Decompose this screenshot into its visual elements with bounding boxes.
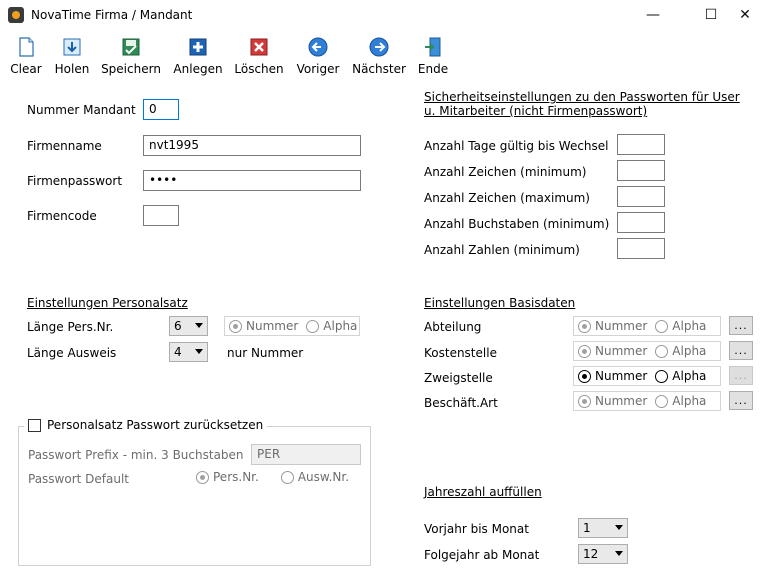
- abteilung-nummer-radio[interactable]: [578, 319, 591, 333]
- holen-button[interactable]: Holen: [53, 36, 91, 80]
- chevron-down-icon: [615, 551, 623, 556]
- window-title: NovaTime Firma / Mandant: [31, 8, 193, 22]
- abteilung-alpha-radio[interactable]: [655, 319, 669, 333]
- firmencode-input[interactable]: [143, 205, 179, 226]
- personalsatz-heading: Einstellungen Personalsatz: [27, 296, 188, 310]
- security-input-buchstaben[interactable]: [617, 212, 665, 233]
- loeschen-button[interactable]: Löschen: [234, 36, 284, 80]
- reset-checkbox-row: Personalsatz Passwort zurücksetzen: [24, 418, 268, 432]
- new-document-icon: [19, 37, 34, 57]
- chevron-down-icon: [195, 349, 203, 354]
- chevron-down-icon: [615, 525, 623, 530]
- naechster-button[interactable]: Nächster: [352, 36, 406, 80]
- basisdaten-heading: Einstellungen Basisdaten: [424, 296, 576, 310]
- kostenstelle-alpha-radio[interactable]: [655, 344, 669, 358]
- jahreszahl-heading: Jahreszahl auffüllen: [424, 485, 542, 499]
- kostenstelle-nummer-radio[interactable]: [578, 344, 591, 358]
- kostenstelle-browse-button[interactable]: ...: [729, 341, 753, 360]
- zweigstelle-alpha-radio[interactable]: [655, 369, 669, 383]
- ende-button[interactable]: Ende: [416, 36, 450, 80]
- close-button[interactable]: ✕: [722, 0, 768, 30]
- default-persnr-radio[interactable]: [196, 470, 209, 484]
- security-label-tage: Anzahl Tage gültig bis Wechsel: [424, 139, 609, 153]
- clear-button[interactable]: Clear: [8, 36, 44, 80]
- zweigstelle-nummer-radio[interactable]: [578, 369, 591, 383]
- minimize-button[interactable]: —: [630, 0, 676, 30]
- vorjahr-select[interactable]: 1: [578, 518, 628, 538]
- firmenpasswort-input[interactable]: ••••: [143, 170, 361, 191]
- beschaeftart-alpha-radio[interactable]: [655, 394, 669, 408]
- laenge-ausweis-select[interactable]: 4: [169, 342, 208, 362]
- beschaeftart-label: Beschäft.Art: [424, 396, 498, 410]
- security-heading: Sicherheitseinstellungen zu den Passwort…: [424, 90, 740, 118]
- chevron-down-icon: [195, 323, 203, 328]
- security-input-zeichen-min[interactable]: [617, 160, 665, 181]
- folgejahr-select[interactable]: 12: [578, 544, 628, 564]
- exit-door-icon: [425, 37, 441, 57]
- voriger-button[interactable]: Voriger: [295, 36, 341, 80]
- security-label-zeichen-min: Anzahl Zeichen (minimum): [424, 165, 587, 179]
- nummer-mandant-label: Nummer Mandant: [27, 103, 136, 117]
- kostenstelle-radiogroup: Nummer Alpha: [573, 341, 721, 361]
- abteilung-radiogroup: Nummer Alpha: [573, 316, 721, 336]
- default-radiogroup: Pers.Nr. Ausw.Nr.: [196, 470, 349, 484]
- zweigstelle-browse-button[interactable]: ...: [729, 366, 753, 385]
- security-input-zeichen-max[interactable]: [617, 186, 665, 207]
- beschaeftart-radiogroup: Nummer Alpha: [573, 391, 721, 411]
- app-icon: [8, 7, 24, 23]
- laenge-persnr-label: Länge Pers.Nr.: [27, 320, 114, 334]
- firmenname-input[interactable]: nvt1995: [143, 135, 361, 156]
- abteilung-label: Abteilung: [424, 320, 482, 334]
- fetch-icon: [63, 38, 81, 56]
- security-label-zahlen: Anzahl Zahlen (minimum): [424, 243, 580, 257]
- beschaeftart-nummer-radio[interactable]: [578, 394, 591, 408]
- zweigstelle-radiogroup: Nummer Alpha: [573, 366, 721, 386]
- firmenname-label: Firmenname: [27, 139, 102, 153]
- security-label-buchstaben: Anzahl Buchstaben (minimum): [424, 217, 610, 231]
- delete-icon: [250, 38, 268, 56]
- default-label: Passwort Default: [28, 472, 130, 486]
- beschaeftart-browse-button[interactable]: ...: [729, 391, 753, 410]
- title-bar: NovaTime Firma / Mandant — ☐ ✕: [0, 0, 768, 30]
- reset-checkbox[interactable]: [28, 418, 41, 432]
- prefix-input[interactable]: PER: [251, 444, 361, 465]
- laenge-ausweis-label: Länge Ausweis: [27, 346, 117, 360]
- nur-nummer-text: nur Nummer: [227, 346, 304, 360]
- laenge-persnr-select[interactable]: 6: [169, 316, 208, 336]
- security-label-zeichen-max: Anzahl Zeichen (maximum): [424, 191, 590, 205]
- nummer-mandant-input[interactable]: 0: [143, 99, 179, 120]
- persnr-type-radiogroup: Nummer Alpha: [224, 316, 360, 336]
- vorjahr-label: Vorjahr bis Monat: [424, 522, 529, 536]
- add-icon: [189, 38, 207, 56]
- speichern-button[interactable]: Speichern: [101, 36, 161, 80]
- abteilung-browse-button[interactable]: ...: [729, 316, 753, 335]
- kostenstelle-label: Kostenstelle: [424, 346, 497, 360]
- zweigstelle-label: Zweigstelle: [424, 371, 493, 385]
- save-icon: [122, 38, 140, 56]
- security-input-tage[interactable]: [617, 134, 665, 155]
- persnr-nummer-radio[interactable]: [229, 319, 242, 333]
- firmenpasswort-label: Firmenpasswort: [27, 174, 123, 188]
- security-input-zahlen[interactable]: [617, 238, 665, 259]
- arrow-left-icon: [308, 37, 328, 57]
- anlegen-button[interactable]: Anlegen: [172, 36, 224, 80]
- prefix-label: Passwort Prefix - min. 3 Buchstaben: [28, 448, 244, 462]
- persnr-alpha-radio[interactable]: [306, 319, 320, 333]
- arrow-right-icon: [369, 37, 389, 57]
- default-auswnr-radio[interactable]: [280, 470, 294, 484]
- reset-checkbox-label: Personalsatz Passwort zurücksetzen: [47, 418, 264, 432]
- firmencode-label: Firmencode: [27, 209, 97, 223]
- folgejahr-label: Folgejahr ab Monat: [424, 548, 540, 562]
